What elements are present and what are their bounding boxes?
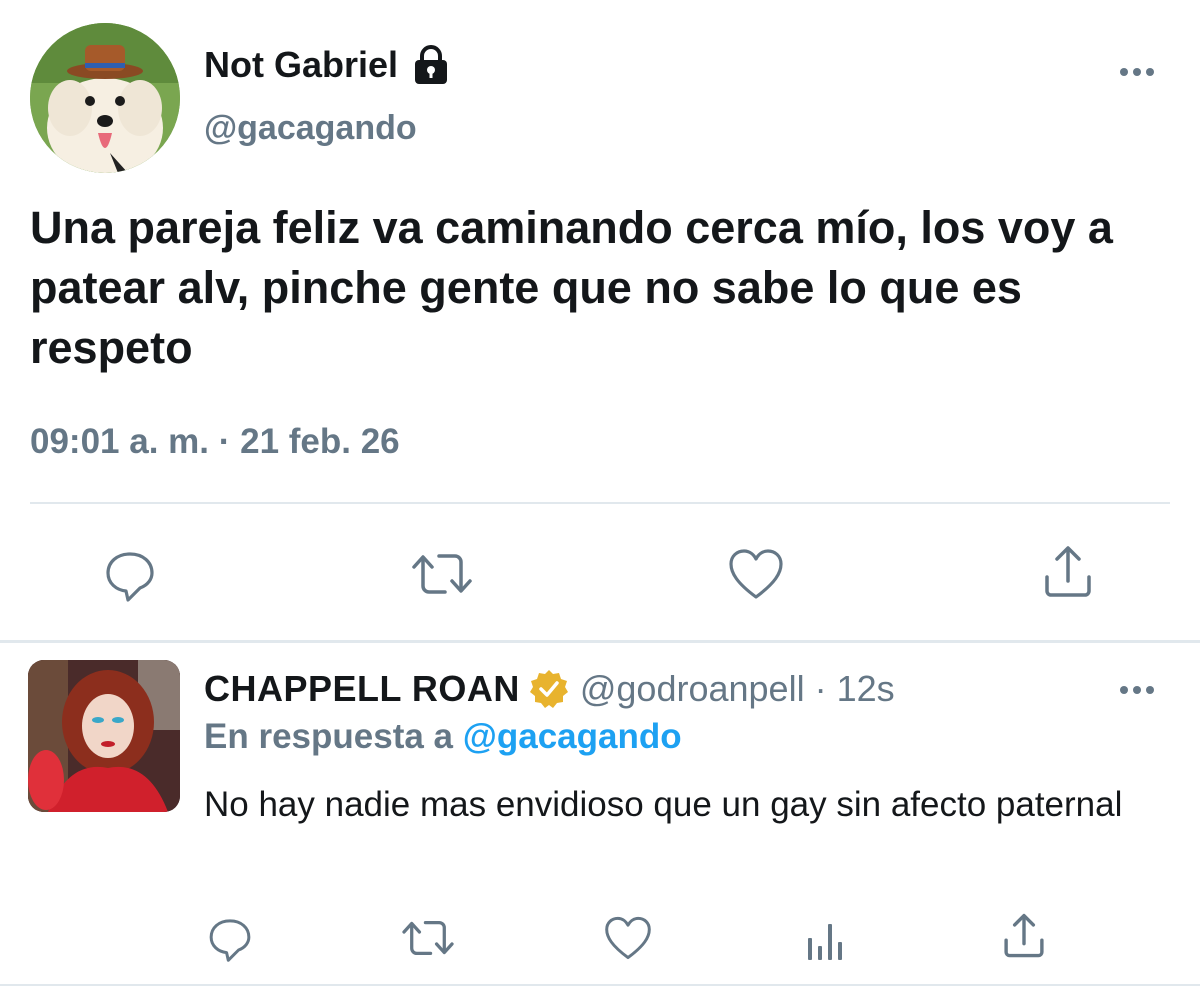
share-icon [1004,913,1044,958]
retweet-icon [402,920,454,956]
reply-share-button[interactable] [996,908,1052,964]
reply-like-button[interactable] [600,910,656,966]
like-button[interactable] [724,542,788,606]
bottom-divider [0,984,1200,986]
reply-button[interactable] [98,542,162,606]
reply-text: No hay nadie mas envidioso que un gay si… [204,785,1123,824]
reply-icon [106,552,154,602]
reply-author-handle[interactable]: @godroanpell [580,668,805,710]
separator-dot: · [814,668,827,709]
reply-header: CHAPPELL ROAN @godroanpell · 12s [204,668,895,710]
analytics-icon [808,924,842,960]
in-reply-to-label: En respuesta a [204,717,453,756]
user-photo-avatar-icon [28,660,180,812]
reply-author-avatar[interactable] [28,660,180,812]
retweet-button[interactable] [410,542,474,606]
like-icon [729,549,783,599]
verified-badge-icon [528,668,570,710]
reply-retweet-button[interactable] [400,910,456,966]
reply-icon [209,919,251,962]
reply-author-name[interactable]: CHAPPELL ROAN [204,668,520,710]
share-button[interactable] [1036,540,1100,604]
reply-more-options-icon[interactable] [1112,678,1162,702]
tweet-timestamp[interactable]: 09:01 a. m. · 21 feb. 26 [30,422,400,462]
in-reply-to: En respuesta a @gacagando [204,717,682,757]
in-reply-to-mention[interactable]: @gacagando [463,717,682,756]
author-header: Not Gabriel [204,44,450,86]
author-handle[interactable]: @gacagando [204,109,417,148]
reply-analytics-button[interactable] [798,912,854,968]
dog-avatar-icon [30,23,180,173]
lock-icon [412,45,450,85]
divider [30,502,1170,504]
retweet-icon [412,554,472,594]
like-icon [605,916,651,960]
author-display-name[interactable]: Not Gabriel [204,44,398,86]
share-icon [1045,546,1091,597]
more-options-icon[interactable] [1112,60,1162,84]
reply-reply-button[interactable] [202,910,258,966]
author-avatar[interactable] [30,23,180,173]
tweet-text: Una pareja feliz va caminando cerca mío,… [30,202,1113,373]
section-divider [0,640,1200,643]
reply-time-ago[interactable]: 12s [837,668,895,710]
